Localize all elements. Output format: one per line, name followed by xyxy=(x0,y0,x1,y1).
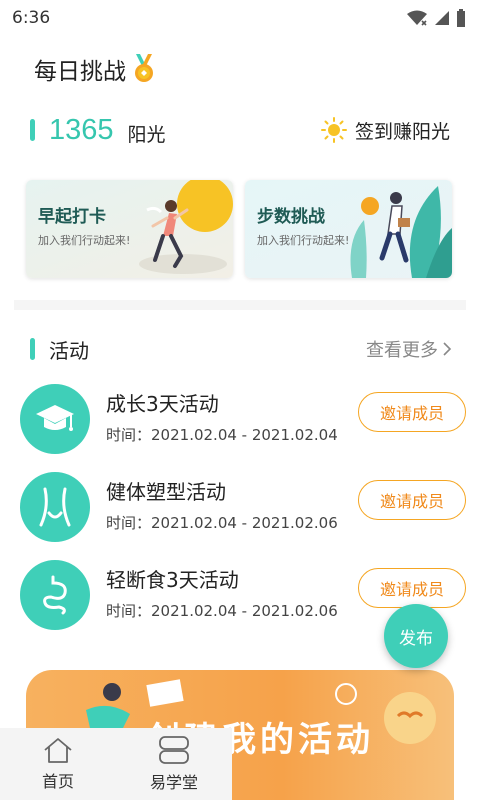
chevron-right-icon xyxy=(443,342,452,356)
activity-time: 时间：2021.02.04 - 2021.02.06 xyxy=(106,600,338,621)
page-title-text: 每日挑战 xyxy=(34,59,126,85)
status-bar: 6:36 xyxy=(0,0,480,36)
section-title: 活动 xyxy=(49,338,89,363)
page-title: 每日挑战 xyxy=(34,52,158,86)
activity-name: 成长3天活动 xyxy=(106,392,219,416)
activity-time-label: 时间： xyxy=(106,514,152,532)
school-icon xyxy=(159,736,189,764)
activity-time-label: 时间： xyxy=(106,426,152,444)
status-icons xyxy=(406,9,466,27)
accent-bar xyxy=(30,338,35,360)
tab-school[interactable]: 易学堂 xyxy=(116,728,232,800)
activities-header: 活动 查看更多 xyxy=(30,334,452,364)
sunshine-unit: 阳光 xyxy=(127,123,166,146)
view-more-link[interactable]: 查看更多 xyxy=(366,336,452,362)
status-time: 6:36 xyxy=(12,8,51,28)
card-title: 早起打卡 xyxy=(38,207,106,227)
signal-icon xyxy=(435,11,449,25)
activity-time: 时间：2021.02.04 - 2021.02.04 xyxy=(106,424,338,445)
section-divider xyxy=(14,300,466,310)
invite-members-button[interactable]: 邀请成员 xyxy=(358,480,466,520)
card-early-rise[interactable]: 早起打卡 加入我们行动起来! xyxy=(26,180,233,278)
home-icon xyxy=(44,738,72,763)
sunshine-count: 1365 xyxy=(49,113,114,146)
walker-illustration xyxy=(350,186,452,278)
bottom-tab-bar: 首页 易学堂 xyxy=(0,728,232,800)
stomach-icon xyxy=(20,560,90,630)
activity-item[interactable]: 成长3天活动 时间：2021.02.04 - 2021.02.04 邀请成员 xyxy=(20,384,470,464)
card-subtitle: 加入我们行动起来! xyxy=(38,234,131,247)
activity-time-range: 2021.02.04 - 2021.02.06 xyxy=(151,602,338,620)
checkin-button[interactable]: 签到赚阳光 xyxy=(320,117,450,144)
activity-item[interactable]: 健体塑型活动 时间：2021.02.04 - 2021.02.06 邀请成员 xyxy=(20,472,470,552)
body-icon xyxy=(20,472,90,542)
sunshine-row: 1365 阳光 签到赚阳光 xyxy=(30,110,450,150)
challenge-cards: 早起打卡 加入我们行动起来! 步数挑战 加入我们行动起来! xyxy=(26,180,452,278)
activity-time-label: 时间： xyxy=(106,602,152,620)
medal-icon xyxy=(135,54,153,82)
card-subtitle: 加入我们行动起来! xyxy=(257,234,350,247)
activity-name: 健体塑型活动 xyxy=(106,480,226,504)
graduation-cap-icon xyxy=(20,384,90,454)
card-title: 步数挑战 xyxy=(257,207,325,227)
wifi-icon xyxy=(407,10,427,26)
sun-icon xyxy=(320,117,347,143)
accent-bar xyxy=(30,119,35,141)
card-step-challenge[interactable]: 步数挑战 加入我们行动起来! xyxy=(245,180,452,278)
tab-label: 首页 xyxy=(41,772,74,791)
activity-time-range: 2021.02.04 - 2021.02.06 xyxy=(151,514,338,532)
invite-members-button[interactable]: 邀请成员 xyxy=(358,392,466,432)
activity-name: 轻断食3天活动 xyxy=(106,568,239,592)
view-more-label: 查看更多 xyxy=(366,340,438,361)
checkin-label: 签到赚阳光 xyxy=(354,120,450,143)
activity-time-range: 2021.02.04 - 2021.02.04 xyxy=(151,426,338,444)
activity-time: 时间：2021.02.04 - 2021.02.06 xyxy=(106,512,338,533)
publish-fab[interactable]: 发布 xyxy=(384,604,448,668)
runner-illustration xyxy=(139,180,233,274)
tab-home[interactable]: 首页 xyxy=(0,728,116,800)
tab-label: 易学堂 xyxy=(149,773,198,792)
invite-members-button[interactable]: 邀请成员 xyxy=(358,568,466,608)
battery-icon xyxy=(457,9,465,27)
